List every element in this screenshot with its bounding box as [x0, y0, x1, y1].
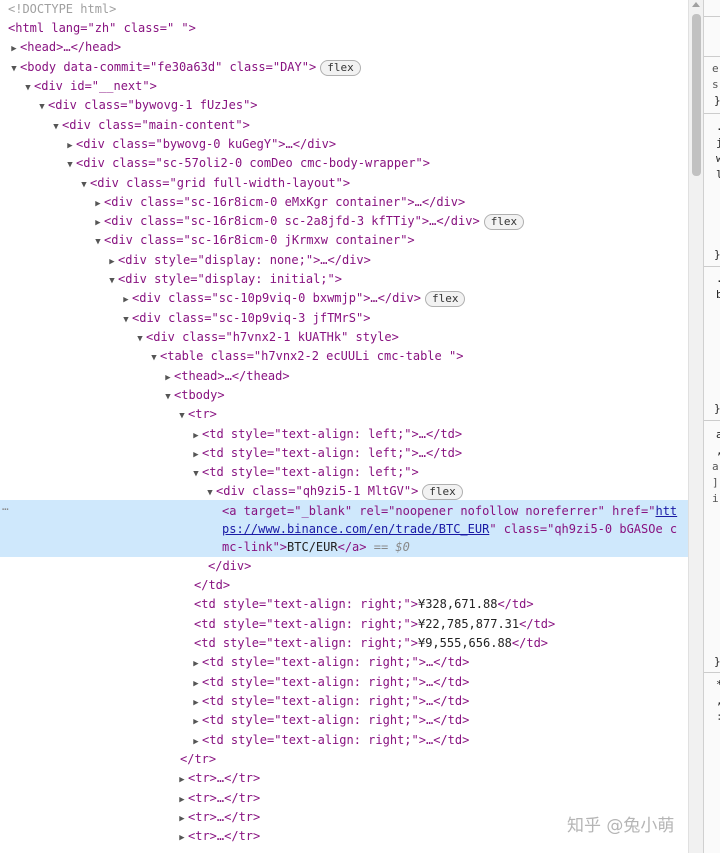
main-content-node[interactable]: ▼ <div class="main-content"> [0, 116, 688, 135]
panel-glyph: * [716, 678, 720, 691]
display-initial-node[interactable]: ▼ <div style="display: initial;"> [0, 270, 688, 289]
td-right-node[interactable]: ▶ <td style="text-align: right;">…</td> [0, 653, 688, 672]
collapse-arrow-icon[interactable]: ▼ [148, 349, 160, 368]
body-node[interactable]: ▼ <body data-commit="fe30a63d" class="DAY… [0, 58, 688, 77]
grid-node[interactable]: ▼ <div class="grid full-width-layout"> [0, 174, 688, 193]
href-link[interactable]: htt [655, 504, 677, 518]
selected-node-ellipsis[interactable]: … [2, 500, 9, 513]
tr-collapsed-node[interactable]: ▶ <tr>…</tr> [0, 769, 688, 788]
flex-badge[interactable]: flex [422, 483, 463, 500]
tr-node[interactable]: ▼ <tr> [0, 405, 688, 424]
container-a-node[interactable]: ▶ <div class="sc-16r8icm-0 eMxKgr contain… [0, 193, 688, 212]
sc10-a-node[interactable]: ▶ <div class="sc-10p9viq-0 bxwmjp">…</div… [0, 289, 688, 308]
collapse-arrow-icon[interactable]: ▼ [92, 233, 104, 252]
panel-divider [704, 56, 720, 57]
panel-glyph: s [712, 78, 719, 91]
panel-glyph: } [714, 655, 720, 668]
panel-divider [704, 420, 720, 421]
td-left-open-node[interactable]: ▼ <td style="text-align: left;"> [0, 463, 688, 482]
panel-glyph: } [714, 248, 720, 261]
flex-badge[interactable]: flex [483, 213, 525, 230]
display-none-node[interactable]: ▶ <div style="display: none;">…</div> [0, 251, 688, 270]
td-close-node[interactable]: </td> [0, 576, 688, 595]
anchor-node-line3[interactable]: mc-link">BTC/EUR</a> == $0 [222, 538, 688, 556]
expand-arrow-icon[interactable]: ▶ [176, 771, 188, 790]
td-left-node[interactable]: ▶ <td style="text-align: left;">…</td> [0, 425, 688, 444]
tbody-node[interactable]: ▼ <tbody> [0, 386, 688, 405]
expand-arrow-icon[interactable]: ▶ [190, 713, 202, 732]
scroll-up-arrow-icon[interactable] [692, 2, 700, 7]
anchor-node-line2[interactable]: ps://www.binance.com/en/trade/BTC_EUR" c… [222, 520, 688, 538]
expand-arrow-icon[interactable]: ▶ [120, 291, 132, 310]
expand-arrow-icon[interactable]: ▶ [176, 829, 188, 848]
next-div-node[interactable]: ▼ <div id="__next"> [0, 77, 688, 96]
collapse-arrow-icon[interactable]: ▼ [36, 98, 48, 117]
panel-glyph: , [716, 694, 720, 707]
panel-glyph: j [716, 136, 720, 149]
panel-divider [704, 16, 720, 17]
panel-glyph: } [714, 94, 720, 107]
td-right-value-node[interactable]: <td style="text-align: right;">¥9,555,65… [0, 634, 688, 653]
panel-glyph: l [716, 168, 720, 181]
container-b-node[interactable]: ▶ <div class="sc-16r8icm-0 sc-2a8jfd-3 kf… [0, 212, 688, 231]
panel-divider [704, 672, 720, 673]
anchor-node-line1[interactable]: <a target="_blank" rel="noopener nofollo… [222, 502, 688, 520]
thead-node[interactable]: ▶ <thead>…</thead> [0, 367, 688, 386]
watermark: 知乎 @兔小萌 [567, 816, 675, 836]
doctype-node[interactable]: <!DOCTYPE html> [0, 0, 688, 19]
panel-glyph: ] [712, 476, 719, 489]
h7-div-node[interactable]: ▼ <div class="h7vnx2-1 kUATHk" style> [0, 328, 688, 347]
styles-side-panel: e s } . j w l } . b } a , a ] i } * , : [703, 0, 720, 853]
panel-glyph: a [716, 428, 720, 441]
collapse-arrow-icon[interactable]: ▼ [64, 156, 76, 175]
html-node[interactable]: <html lang="zh" class=" "> [0, 19, 688, 38]
flex-badge[interactable]: flex [424, 290, 466, 307]
td-right-node[interactable]: ▶ <td style="text-align: right;">…</td> [0, 711, 688, 730]
qh-div-node[interactable]: ▼ <div class="qh9zi5-1 MltGV"> flex [0, 482, 688, 501]
head-node[interactable]: ▶ <head>…</head> [0, 38, 688, 57]
panel-glyph: , [716, 444, 720, 457]
td-right-node[interactable]: ▶ <td style="text-align: right;">…</td> [0, 731, 688, 750]
console-ref: == $0 [366, 540, 410, 554]
div-close-node[interactable]: </div> [0, 557, 688, 576]
collapse-arrow-icon[interactable]: ▼ [176, 407, 188, 426]
vertical-scrollbar[interactable] [688, 0, 703, 853]
td-left-node[interactable]: ▶ <td style="text-align: left;">…</td> [0, 444, 688, 463]
container-c-node[interactable]: ▼ <div class="sc-16r8icm-0 jKrmxw contain… [0, 231, 688, 250]
href-link[interactable]: ps://www.binance.com/en/trade/BTC_EUR [222, 522, 489, 536]
td-right-value-node[interactable]: <td style="text-align: right;">¥328,671.… [0, 595, 688, 614]
tr-collapsed-node[interactable]: ▶ <tr>…</tr> [0, 789, 688, 808]
anchor-text: BTC/EUR [287, 540, 338, 554]
bywovg1-node[interactable]: ▼ <div class="bywovg-1 fUzJes"> [0, 96, 688, 115]
tr-close-node[interactable]: </tr> [0, 750, 688, 769]
td-right-value-node[interactable]: <td style="text-align: right;">¥22,785,8… [0, 615, 688, 634]
body-wrapper-node[interactable]: ▼ <div class="sc-57oli2-0 comDeo cmc-body… [0, 154, 688, 173]
panel-glyph: } [714, 402, 720, 415]
panel-glyph: i [712, 492, 719, 505]
panel-glyph: w [716, 152, 720, 165]
panel-glyph: . [716, 272, 720, 285]
panel-glyph: b [716, 288, 720, 301]
panel-divider [704, 266, 720, 267]
dom-tree: … <!DOCTYPE html> <html lang="zh" class=… [0, 0, 688, 853]
flex-badge[interactable]: flex [320, 59, 361, 76]
td-right-node[interactable]: ▶ <td style="text-align: right;">…</td> [0, 692, 688, 711]
scrollbar-thumb[interactable] [692, 14, 701, 176]
expand-arrow-icon[interactable]: ▶ [190, 655, 202, 674]
collapse-arrow-icon[interactable]: ▼ [204, 484, 216, 503]
expand-arrow-icon[interactable]: ▶ [8, 40, 20, 59]
sc10-b-node[interactable]: ▼ <div class="sc-10p9viq-3 jfTMrS"> [0, 309, 688, 328]
panel-glyph: : [716, 710, 720, 723]
td-right-node[interactable]: ▶ <td style="text-align: right;">…</td> [0, 673, 688, 692]
bywovg0-node[interactable]: ▶ <div class="bywovg-0 kuGegY">…</div> [0, 135, 688, 154]
panel-glyph: a [712, 460, 719, 473]
table-node[interactable]: ▼ <table class="h7vnx2-2 ecUULi cmc-table… [0, 347, 688, 366]
panel-glyph: . [716, 120, 720, 133]
panel-glyph: e [712, 62, 719, 75]
panel-divider [704, 113, 720, 114]
